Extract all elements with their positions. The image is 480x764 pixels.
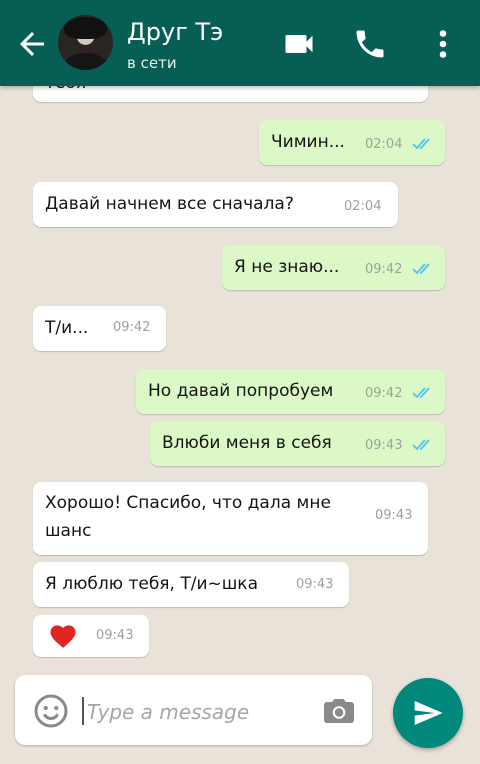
message-bubble[interactable]: Я не знаю... 09:42 bbox=[222, 245, 445, 290]
message-text: Т/и... bbox=[45, 318, 89, 338]
camera-icon[interactable] bbox=[321, 693, 357, 729]
message-bubble[interactable]: Влюби меня в себя 09:43 bbox=[150, 421, 445, 466]
message-time: 09:43 bbox=[375, 508, 413, 523]
message-bubble[interactable]: Я люблю тебя, Т/и~шка 09:43 bbox=[33, 562, 349, 607]
contact-name[interactable]: Друг Тэ bbox=[127, 18, 223, 46]
message-text: Влюби меня в себя bbox=[162, 433, 332, 453]
send-button[interactable] bbox=[393, 678, 463, 748]
message-bubble[interactable]: Чимин... 02:04 bbox=[259, 120, 445, 165]
read-ticks-icon bbox=[412, 439, 430, 451]
message-text: тебя bbox=[45, 86, 86, 97]
message-bubble[interactable]: Т/и... 09:42 bbox=[33, 306, 166, 351]
message-time: 09:43 bbox=[296, 577, 334, 592]
message-text: шанс bbox=[45, 521, 92, 541]
message-time: 09:42 bbox=[113, 320, 151, 335]
message-text: Но давай попробуем bbox=[148, 381, 334, 401]
message-time: 09:42 bbox=[365, 386, 403, 401]
message-bubble[interactable]: 09:43 bbox=[33, 615, 149, 657]
message-bubble[interactable]: Но давай попробуем 09:42 bbox=[136, 369, 445, 414]
message-text: Чимин... bbox=[271, 132, 345, 152]
send-icon bbox=[414, 701, 443, 725]
read-ticks-icon bbox=[412, 263, 430, 275]
message-time: 02:04 bbox=[365, 137, 403, 152]
phone-icon[interactable] bbox=[352, 26, 388, 62]
message-bubble[interactable]: тебя bbox=[33, 86, 428, 102]
message-list[interactable]: тебя Чимин... 02:04 Давай начнем все сна… bbox=[0, 86, 480, 678]
message-composer bbox=[15, 675, 372, 745]
message-bubble[interactable]: Давай начнем все сначала? 02:04 bbox=[33, 182, 398, 227]
message-time: 09:43 bbox=[96, 628, 134, 643]
contact-status: в сети bbox=[127, 54, 177, 72]
message-time: 09:42 bbox=[365, 262, 403, 277]
message-text: Хорошо! Спасибо, что дала мне bbox=[45, 493, 331, 513]
message-time: 02:04 bbox=[344, 199, 382, 214]
heart-emoji-icon bbox=[50, 625, 76, 648]
emoji-icon[interactable] bbox=[33, 693, 69, 729]
video-call-icon[interactable] bbox=[281, 26, 317, 62]
read-ticks-icon bbox=[412, 387, 430, 399]
message-input[interactable] bbox=[85, 695, 319, 729]
text-cursor bbox=[82, 697, 84, 725]
chat-header: Друг Тэ в сети bbox=[0, 0, 480, 86]
message-text: Я люблю тебя, Т/и~шка bbox=[45, 574, 258, 594]
read-ticks-icon bbox=[412, 138, 430, 150]
message-bubble[interactable]: Хорошо! Спасибо, что дала мне шанс 09:43 bbox=[33, 482, 428, 555]
contact-avatar[interactable] bbox=[58, 15, 113, 70]
menu-dots-icon[interactable] bbox=[425, 26, 461, 62]
message-text: Давай начнем все сначала? bbox=[45, 194, 294, 214]
back-arrow-icon[interactable] bbox=[14, 26, 50, 62]
message-text: Я не знаю... bbox=[234, 257, 340, 277]
message-time: 09:43 bbox=[365, 438, 403, 453]
